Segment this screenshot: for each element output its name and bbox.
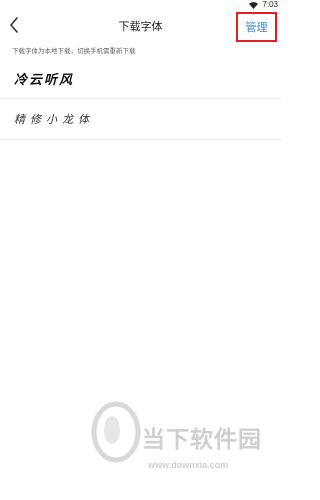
status-indicators: 7:03 [249, 0, 278, 10]
watermark-brand: 当下软件园 [142, 427, 262, 453]
font-item-lengyun[interactable]: 冷云听风 [0, 58, 281, 99]
font-list: 冷云听风 精修小龙体 [0, 58, 281, 140]
status-time: 7:03 [262, 0, 278, 9]
watermark-url: www.downxia.com [148, 460, 229, 470]
manage-button[interactable]: 管理 [236, 12, 277, 42]
watermark: 当下软件园 www.downxia.com [90, 400, 270, 490]
watermark-logo-icon [91, 401, 141, 463]
nav-bar: 下载字体 管理 [0, 10, 281, 42]
font-name: 冷云听风 [14, 72, 75, 88]
status-bar: 7:03 [0, 0, 281, 10]
font-name: 精修小龙体 [14, 113, 94, 126]
download-hint: 下载字体为本地下载，切换手机需重新下载 [12, 48, 136, 55]
font-item-jingxiu[interactable]: 精修小龙体 [0, 99, 281, 140]
wifi-icon [249, 1, 259, 9]
manage-label: 管理 [245, 22, 268, 34]
